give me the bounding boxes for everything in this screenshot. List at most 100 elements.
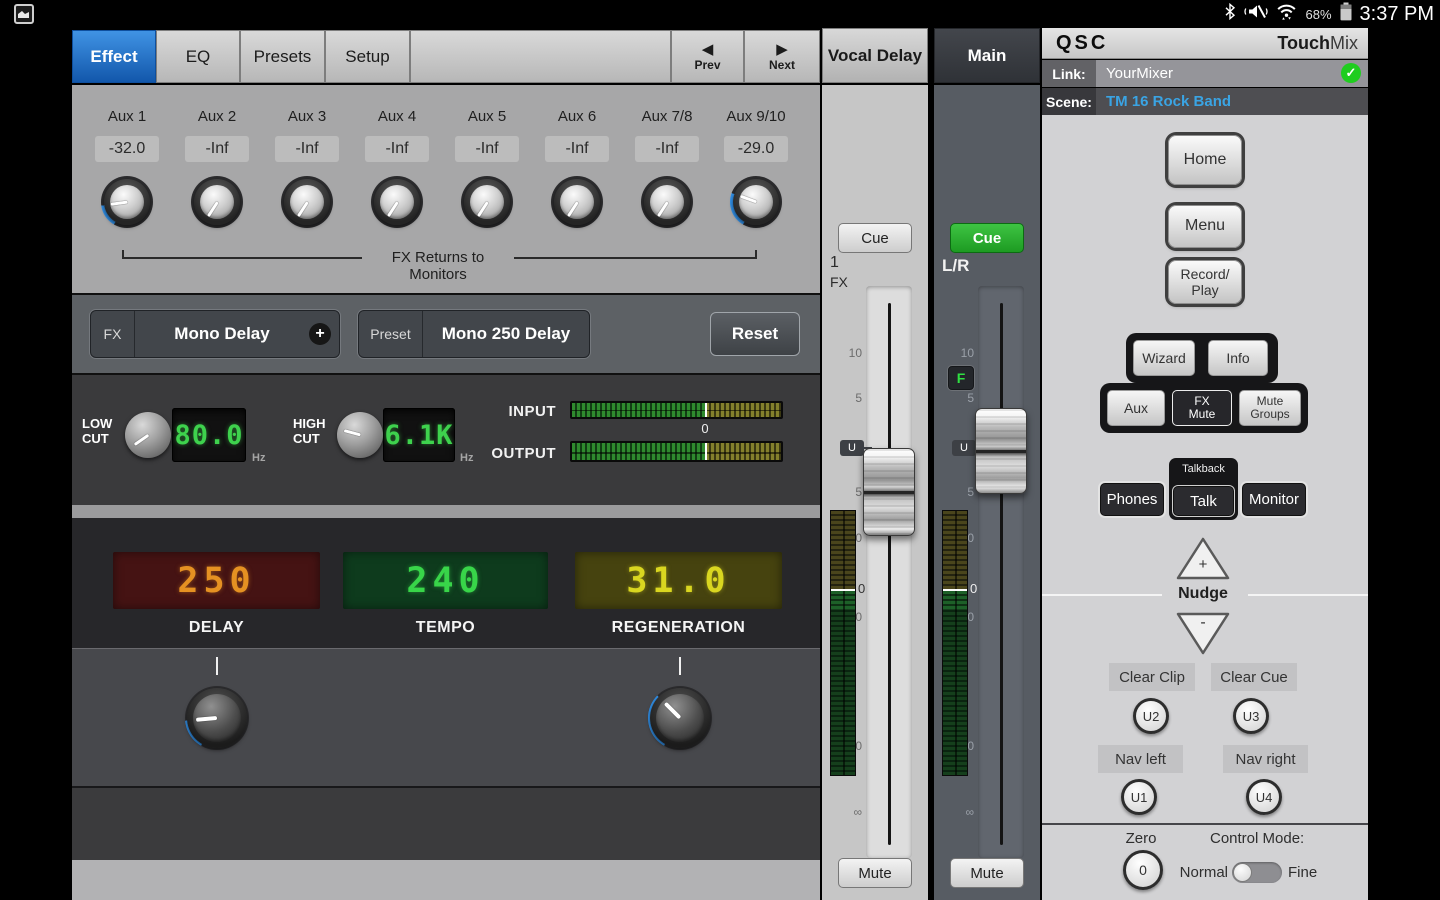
tab-effect[interactable]: Effect [72, 30, 156, 83]
regen-knob-tick [679, 657, 681, 675]
fx-mute-button-active[interactable]: FXMute [1172, 390, 1232, 426]
user-button-u4[interactable]: U4 [1246, 779, 1282, 815]
zero-button[interactable]: 0 [1123, 850, 1163, 890]
mute-button[interactable]: Mute [838, 858, 912, 888]
fader-slot [888, 303, 891, 845]
scene-value[interactable]: TM 16 Rock Band [1106, 93, 1231, 110]
fader-slot [1000, 303, 1003, 845]
fader-cap[interactable] [863, 448, 915, 536]
high-cut-knob[interactable] [337, 412, 383, 458]
delay-knob[interactable] [185, 686, 249, 750]
channel-meter [942, 510, 968, 776]
delay-display[interactable]: 250 [113, 552, 320, 609]
aux-knob[interactable] [191, 176, 243, 228]
record-play-button[interactable]: Record/Play [1168, 260, 1242, 304]
nudge-plus-glyph: + [1175, 556, 1231, 573]
aux-label: Aux 6 [533, 108, 621, 125]
regeneration-label: REGENERATION [575, 619, 782, 637]
talkback-label: Talkback [1169, 463, 1238, 475]
screenshot-notification-icon [14, 4, 34, 24]
prev-button[interactable]: ◀Prev [671, 30, 744, 83]
aux-value: -Inf [635, 136, 699, 162]
low-cut-knob[interactable] [125, 412, 171, 458]
tab-eq[interactable]: EQ [156, 30, 240, 83]
aux-knob[interactable] [371, 176, 423, 228]
aux-knob[interactable] [641, 176, 693, 228]
bottom-dark-strip [72, 786, 820, 860]
link-ok-check-icon: ✓ [1341, 63, 1361, 83]
preset-chip: Preset [359, 311, 423, 357]
mute-groups-button[interactable]: MuteGroups [1239, 390, 1301, 426]
tab-filler [410, 30, 671, 83]
monitor-button[interactable]: Monitor [1242, 483, 1306, 516]
link-label: Link: [1042, 60, 1096, 87]
fx-add-icon[interactable]: + [309, 323, 331, 345]
phones-button[interactable]: Phones [1100, 483, 1164, 516]
nudge-divider-left [1042, 594, 1162, 596]
aux-knob[interactable] [551, 176, 603, 228]
nav-left-label: Nav left [1098, 745, 1183, 773]
tempo-label: TEMPO [343, 619, 548, 637]
menu-button[interactable]: Menu [1168, 205, 1242, 248]
aux-value: -Inf [365, 136, 429, 162]
output-meter [570, 441, 783, 462]
aux-knob[interactable] [281, 176, 333, 228]
channel-number: 1 [830, 254, 839, 272]
reset-button[interactable]: Reset [710, 312, 800, 356]
strip-tab-vocal-delay[interactable]: Vocal Delay [822, 28, 928, 83]
control-mode-toggle[interactable] [1232, 862, 1282, 883]
aux-knob[interactable] [101, 176, 153, 228]
aux-knob[interactable] [730, 176, 782, 228]
link-row: Link: YourMixer ✓ [1042, 60, 1368, 87]
nudge-down-button[interactable]: - [1175, 610, 1231, 656]
touchmix-logo: TouchMix [1277, 33, 1358, 54]
aux-send-4: Aux 4 -Inf [353, 108, 441, 258]
user-button-u3[interactable]: U3 [1233, 698, 1269, 734]
aux-button[interactable]: Aux [1107, 390, 1165, 426]
aux-value: -Inf [185, 136, 249, 162]
user-button-u2[interactable]: U2 [1133, 698, 1169, 734]
aux-label: Aux 3 [263, 108, 351, 125]
control-mode-normal-label: Normal [1176, 864, 1228, 881]
tab-setup[interactable]: Setup [325, 30, 410, 83]
fader-tick: 5 [946, 391, 974, 405]
aux-value: -29.0 [724, 136, 788, 162]
nudge-divider-right [1248, 594, 1368, 596]
next-arrow-icon: ▶ [776, 42, 788, 57]
tempo-display[interactable]: 240 [343, 552, 548, 609]
next-button[interactable]: ▶Next [744, 30, 820, 83]
wizard-button[interactable]: Wizard [1133, 340, 1195, 376]
aux-label: Aux 1 [83, 108, 171, 125]
user-button-u1[interactable]: U1 [1121, 779, 1157, 815]
tab-presets[interactable]: Presets [240, 30, 325, 83]
main-channel-strip: Main Cue L/R F 10 5 U 5 10 20 40 ∞ 0 Mut… [934, 28, 1040, 900]
home-button[interactable]: Home [1168, 135, 1242, 185]
scene-row: Scene: TM 16 Rock Band [1042, 88, 1368, 115]
fx-chip: FX [91, 311, 135, 357]
regeneration-display[interactable]: 31.0 [575, 552, 782, 609]
aux-send-1: Aux 1 -32.0 [83, 108, 171, 258]
status-bar: 68% 3:37 PM [0, 0, 1440, 28]
channel-meter [830, 510, 856, 776]
cue-button[interactable]: Cue [838, 223, 912, 253]
fader-bank-button[interactable]: F [948, 366, 974, 390]
mute-button[interactable]: Mute [950, 858, 1024, 888]
cue-button-active[interactable]: Cue [950, 223, 1024, 253]
nudge-up-button[interactable]: + [1175, 536, 1231, 582]
toggle-knob [1233, 863, 1252, 882]
aux-send-6: Aux 6 -Inf [533, 108, 621, 258]
talk-button[interactable]: Talk [1173, 486, 1234, 516]
regeneration-knob[interactable] [648, 686, 712, 750]
fader-tick: 5 [834, 391, 862, 405]
aux-label: Aux 4 [353, 108, 441, 125]
bracket-line-left [122, 257, 362, 259]
fx-preset-selector[interactable]: Preset Mono 250 Delay [358, 310, 590, 358]
fx-type-selector[interactable]: FX Mono Delay + [90, 310, 340, 358]
strip-tab-main[interactable]: Main [934, 28, 1040, 83]
aux-knob[interactable] [461, 176, 513, 228]
fader-cap[interactable] [975, 408, 1027, 494]
aux-value: -Inf [455, 136, 519, 162]
aux-label: Aux 5 [443, 108, 531, 125]
aux-send-2: Aux 2 -Inf [173, 108, 261, 258]
info-button[interactable]: Info [1208, 340, 1268, 376]
